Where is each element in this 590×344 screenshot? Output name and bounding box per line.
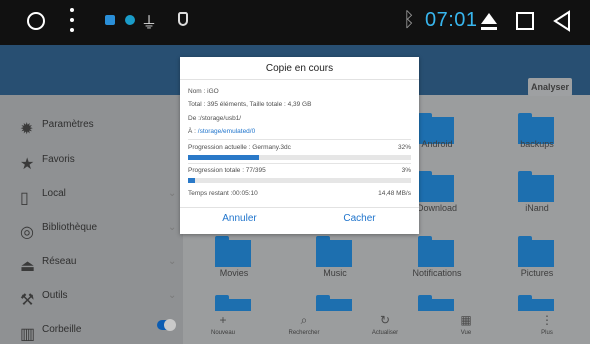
toolbar-label: Nouveau <box>210 330 236 336</box>
status-time: 07:01 <box>425 9 478 31</box>
folder-icon[interactable] <box>316 295 352 311</box>
folder-label[interactable]: Music <box>292 268 378 278</box>
status-bar: ⏚ ᛒ 07:01 <box>0 0 590 45</box>
toolbar-label: Rechercher <box>288 330 320 336</box>
sync-notification-icon <box>125 15 135 25</box>
folder-icon[interactable] <box>518 236 554 267</box>
folder-icon[interactable] <box>518 295 554 311</box>
recent-apps-icon[interactable] <box>516 12 534 30</box>
current-progress-label: Progression actuelle : Germany.3dc <box>188 144 291 151</box>
vue-button[interactable]: ▦ Vue <box>436 311 496 344</box>
folder-icon[interactable] <box>316 236 352 267</box>
bottom-toolbar: + Nouveau ⌕ Rechercher ↻ Actualiser ▦ Vu… <box>183 311 590 344</box>
more-vertical-icon: ⋮ <box>541 313 553 327</box>
dialog-title: Copie en cours <box>265 63 334 74</box>
phone-icon: ▯ <box>20 190 29 207</box>
toolbar-label: Vue <box>460 330 472 336</box>
divider <box>188 163 411 164</box>
menu-dots-icon[interactable] <box>70 8 74 36</box>
sidebar-item-label: Paramètres <box>42 119 94 130</box>
source-path: De :/storage/usb1/ <box>188 115 241 122</box>
sidebar-item-bibliotheque[interactable]: ◎ Bibliothèque ⌄ <box>0 216 183 242</box>
hide-button[interactable]: Cacher <box>300 213 419 224</box>
folder-label[interactable]: backups <box>494 139 580 149</box>
folder-icon[interactable] <box>215 295 251 311</box>
sidebar-item-reseau[interactable]: ⏏ Réseau ⌄ <box>0 250 183 276</box>
sidebar-item-favoris[interactable]: ★ Favoris <box>0 148 183 174</box>
sidebar-item-corbeille[interactable]: ▥ Corbeille <box>0 318 183 344</box>
current-progress-percent: 32% <box>397 144 411 151</box>
chevron-down-icon: ⌄ <box>168 256 177 267</box>
transfer-speed: 14,48 MB/s <box>378 190 411 197</box>
to-label: À : <box>188 128 196 135</box>
folder-icon[interactable] <box>418 295 454 311</box>
total-progress-bar <box>188 178 411 183</box>
divider <box>180 79 419 80</box>
folder-icon[interactable] <box>418 171 454 202</box>
from-path: /storage/usb1/ <box>199 115 242 122</box>
sidebar: ✹ Paramètres ★ Favoris ▯ Local ⌄ ◎ Bibli… <box>0 95 183 344</box>
sidebar-item-label: Local <box>42 188 66 199</box>
refresh-icon: ↻ <box>379 313 391 327</box>
tools-icon: ⚒ <box>20 292 35 309</box>
nouveau-button[interactable]: + Nouveau <box>193 311 253 344</box>
folder-icon[interactable] <box>418 236 454 267</box>
from-label: De : <box>188 115 200 122</box>
usb-icon: ⏚ <box>141 15 158 32</box>
source-name: Nom : iGO <box>188 88 219 95</box>
toolbar-label: Actualiser <box>371 330 399 336</box>
copy-dialog: Copie en cours Nom : iGO Total : 395 élé… <box>180 57 419 234</box>
rechercher-button[interactable]: ⌕ Rechercher <box>274 311 334 344</box>
home-circle-icon[interactable] <box>27 12 45 30</box>
chevron-down-icon: ⌄ <box>168 290 177 301</box>
star-icon: ★ <box>20 156 35 173</box>
back-icon[interactable] <box>553 10 571 32</box>
total-progress-fill <box>188 178 195 183</box>
destination-path: À : /storage/emulated/0 <box>188 128 255 135</box>
trash-icon: ▥ <box>20 326 36 343</box>
sidebar-item-outils[interactable]: ⚒ Outils ⌄ <box>0 284 183 310</box>
folder-icon[interactable] <box>518 171 554 202</box>
toolbar-label: Plus <box>541 330 553 336</box>
actualiser-button[interactable]: ↻ Actualiser <box>355 311 415 344</box>
network-icon: ⏏ <box>20 258 36 275</box>
total-summary: Total : 395 éléments, Taille totale : 4,… <box>188 101 312 108</box>
gear-icon: ✹ <box>20 121 34 138</box>
shield-icon <box>178 12 188 26</box>
current-progress-bar <box>188 155 411 160</box>
corbeille-toggle[interactable] <box>157 319 176 331</box>
grid-view-icon: ▦ <box>460 313 472 327</box>
analyser-button[interactable]: Analyser <box>528 78 572 96</box>
sidebar-item-label: Favoris <box>42 154 75 165</box>
sidebar-item-local[interactable]: ▯ Local ⌄ <box>0 182 183 208</box>
to-path-link[interactable]: /storage/emulated/0 <box>198 128 255 135</box>
cancel-button[interactable]: Annuler <box>180 213 299 224</box>
total-progress-percent: 3% <box>401 167 411 174</box>
divider <box>180 207 419 208</box>
search-icon: ⌕ <box>300 313 308 327</box>
total-progress-label: Progression totale : 77/395 <box>188 167 266 174</box>
plus-button[interactable]: ⋮ Plus <box>517 311 577 344</box>
folder-label[interactable]: Pictures <box>494 268 580 278</box>
plus-icon: + <box>219 313 227 327</box>
sidebar-item-label: Réseau <box>42 256 77 267</box>
folder-label[interactable]: Movies <box>191 268 277 278</box>
sidebar-item-label: Bibliothèque <box>42 222 98 233</box>
current-progress-fill <box>188 155 260 160</box>
time-remaining: Temps restant :00:05:10 <box>188 190 258 197</box>
chevron-down-icon: ⌄ <box>168 188 177 199</box>
library-icon: ◎ <box>20 224 34 241</box>
folder-icon[interactable] <box>215 236 251 267</box>
sidebar-item-label: Corbeille <box>42 324 82 335</box>
folder-label[interactable]: iNand <box>494 203 580 213</box>
divider <box>188 139 411 140</box>
sidebar-item-parametres[interactable]: ✹ Paramètres <box>0 113 183 139</box>
app-notification-icon <box>105 15 115 25</box>
chevron-down-icon: ⌄ <box>168 222 177 233</box>
sidebar-item-label: Outils <box>42 290 68 301</box>
eject-icon[interactable] <box>480 10 498 32</box>
folder-label[interactable]: Notifications <box>394 268 480 278</box>
bluetooth-icon: ᛒ <box>403 9 415 31</box>
